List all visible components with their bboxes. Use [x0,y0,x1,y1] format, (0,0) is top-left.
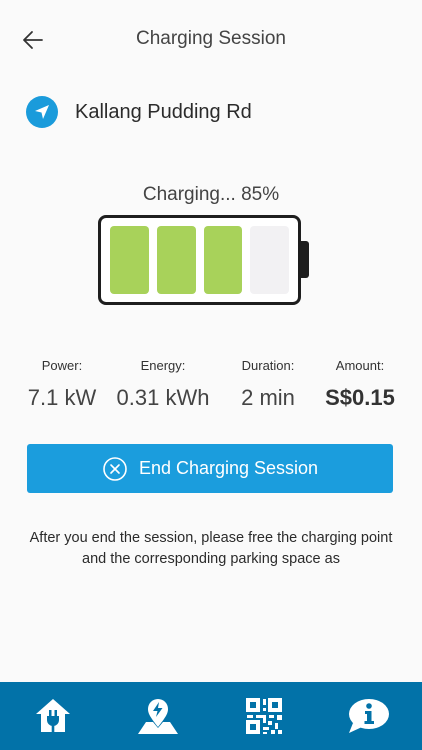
battery-cell [110,226,149,294]
stat-value: 7.1 kW [27,385,97,410]
stat-energy: Energy: 0.31 kWh [117,358,210,411]
nav-home[interactable] [0,682,106,750]
home-plug-icon [35,699,70,732]
info-bubble-icon [349,699,390,733]
battery-cell [203,226,243,294]
stat-value: S$0.15 [325,385,395,410]
stat-label: Energy: [140,358,186,373]
close-circle-icon [103,456,127,481]
battery-cell [250,226,289,294]
battery-terminal [300,241,309,278]
stat-label: Duration: [241,358,295,373]
page-title: Charging Session [136,28,286,49]
map-pin-icon [138,699,179,734]
battery-cell [156,226,196,294]
location-name: Kallang Pudding Rd [75,100,252,123]
bottom-nav [0,682,422,750]
nav-qr[interactable] [211,682,317,750]
stat-amount: Amount: S$0.15 [325,358,395,411]
nav-info[interactable] [317,682,422,750]
nav-map[interactable] [106,682,212,750]
stat-power: Power: 7.1 kW [28,358,96,411]
stat-value: 2 min [241,385,295,410]
location-row: Kallang Pudding Rd [26,96,252,128]
session-stats: Power: 7.1 kW Energy: 0.31 kWh Duration:… [0,358,422,418]
stat-label: Amount: [335,358,385,373]
stat-duration: Duration: 2 min [241,358,295,411]
navigation-arrow-icon [26,96,58,128]
info-note: After you end the session, please free t… [29,530,393,567]
charging-status: Charging... 85% [142,184,280,205]
header: Charging Session [0,0,422,80]
end-button-label: End Charging Session [138,458,319,478]
battery-indicator [98,215,301,305]
end-charging-session-button[interactable]: End Charging Session [27,444,393,493]
stat-value: 0.31 kWh [116,385,210,410]
stat-label: Power: [41,358,83,373]
qr-code-icon [245,698,282,734]
